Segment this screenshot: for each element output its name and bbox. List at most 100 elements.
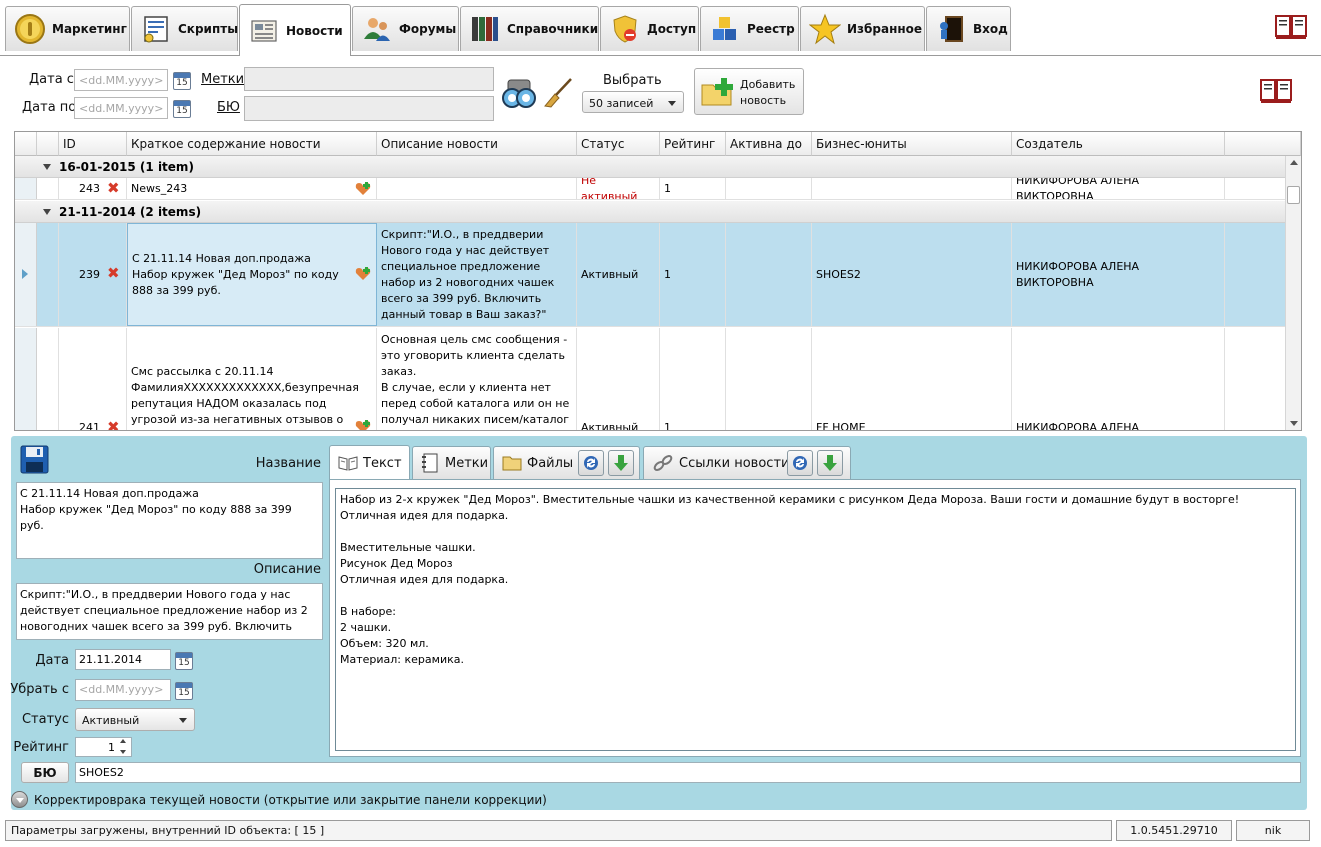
help-book-icon[interactable] bbox=[1260, 78, 1292, 104]
table-row[interactable]: 241 ✖ Смс рассылка с 20.11.14 ФамилияXXX… bbox=[15, 328, 1285, 431]
group-header[interactable]: 16-01-2015 (1 item) bbox=[15, 156, 1285, 178]
column-header-id[interactable]: ID bbox=[59, 132, 127, 156]
tab-label: Форумы bbox=[399, 22, 457, 36]
name-textarea[interactable]: С 21.11.14 Новая доп.продажа Набор круже… bbox=[16, 482, 323, 559]
forum-users-icon bbox=[364, 18, 390, 41]
cell-description: Основная цель смс сообщения - это уговор… bbox=[377, 328, 577, 430]
records-count-select[interactable]: 50 записей bbox=[582, 91, 684, 113]
tags-filter-input[interactable] bbox=[244, 67, 494, 91]
remove-from-input[interactable]: <dd.MM.yyyy> bbox=[75, 679, 171, 701]
date-from-input[interactable]: <dd.MM.yyyy> bbox=[74, 69, 168, 91]
collapse-panel-text[interactable]: Корректироврака текущей новости (открыти… bbox=[34, 793, 547, 807]
tab-scripts[interactable]: Скрипты bbox=[131, 6, 238, 51]
refresh-icon bbox=[793, 456, 807, 470]
row-header-column bbox=[15, 132, 37, 156]
table-row-selected[interactable]: 239 ✖ С 21.11.14 Новая доп.продажа Набор… bbox=[15, 223, 1285, 327]
column-header-rating[interactable]: Рейтинг bbox=[660, 132, 726, 156]
add-news-button[interactable]: Добавить новость bbox=[694, 68, 804, 115]
scroll-thumb[interactable] bbox=[1287, 186, 1300, 204]
cell-description: Скрипт:"И.О., в преддверии Нового года у… bbox=[377, 223, 577, 326]
cell-description bbox=[377, 178, 577, 199]
delete-x-icon[interactable]: ✖ bbox=[107, 418, 120, 430]
tab-favorites[interactable]: Избранное bbox=[800, 6, 925, 51]
calendar-icon[interactable]: 15 bbox=[173, 72, 191, 90]
download-arrow-icon bbox=[614, 455, 628, 471]
tab-references[interactable]: Справочники bbox=[460, 6, 599, 51]
date-to-input[interactable]: <dd.MM.yyyy> bbox=[74, 97, 168, 119]
search-binoculars-icon[interactable] bbox=[502, 78, 536, 110]
refresh-files-button[interactable] bbox=[578, 450, 604, 476]
bu-filter-link[interactable]: БЮ bbox=[217, 100, 240, 115]
collapse-triangle-icon[interactable] bbox=[43, 209, 51, 215]
tab-files[interactable]: Файлы bbox=[493, 446, 640, 479]
description-textarea[interactable]: Скрипт:"И.О., в преддверии Нового года у… bbox=[16, 583, 323, 640]
main-tab-bar: Маркетинг Скрипты Новости Форумы Справоч… bbox=[0, 0, 1321, 56]
tab-label: Избранное bbox=[847, 22, 923, 36]
column-header-business-units[interactable]: Бизнес-юниты bbox=[812, 132, 1012, 156]
broom-clear-icon[interactable] bbox=[541, 76, 575, 110]
status-value: Активный bbox=[82, 714, 140, 727]
collapse-triangle-icon[interactable] bbox=[43, 164, 51, 170]
column-header-description[interactable]: Описание новости bbox=[377, 132, 577, 156]
add-favorite-heart-icon[interactable] bbox=[355, 420, 371, 431]
bu-button[interactable]: БЮ bbox=[21, 762, 69, 783]
column-header-status[interactable]: Статус bbox=[577, 132, 660, 156]
tab-label: Справочники bbox=[507, 22, 599, 36]
scroll-down-icon[interactable] bbox=[1290, 421, 1298, 426]
cell-summary: News_243 bbox=[127, 178, 377, 199]
cell-summary[interactable]: С 21.11.14 Новая доп.продажа Набор круже… bbox=[127, 223, 377, 326]
tab-news[interactable]: Новости bbox=[239, 4, 351, 56]
tags-filter-link[interactable]: Метки bbox=[201, 72, 244, 87]
table-row[interactable]: 243 ✖ News_243 Не активный 1 НИКИФОРОВА … bbox=[15, 178, 1285, 200]
help-book-icon[interactable] bbox=[1275, 14, 1307, 40]
calendar-icon[interactable]: 15 bbox=[175, 682, 193, 700]
refresh-links-button[interactable] bbox=[787, 450, 813, 476]
bu-value-field[interactable]: SHOES2 bbox=[75, 762, 1301, 783]
bu-filter-input[interactable] bbox=[244, 96, 494, 121]
cell-creator: НИКИФОРОВА АЛЕНА ВИКТОРОВНА bbox=[1012, 328, 1225, 430]
group-header[interactable]: 21-11-2014 (2 items) bbox=[15, 201, 1285, 223]
tab-news-links[interactable]: Ссылки новости bbox=[643, 446, 851, 479]
cubes-icon bbox=[713, 17, 736, 40]
tab-text[interactable]: Текст bbox=[329, 445, 410, 480]
books-icon bbox=[472, 17, 498, 41]
current-row-arrow-icon bbox=[22, 269, 28, 279]
tab-tags[interactable]: Метки bbox=[412, 446, 491, 479]
add-news-label: новость bbox=[740, 94, 787, 107]
calendar-icon[interactable]: 15 bbox=[173, 100, 191, 118]
cell-creator: НИКИФОРОВА АЛЕНА ВИКТОРОВНА bbox=[1012, 223, 1225, 326]
tab-label: Скрипты bbox=[178, 22, 239, 36]
row-selector[interactable] bbox=[15, 178, 37, 199]
delete-x-icon[interactable]: ✖ bbox=[107, 264, 120, 282]
tab-marketing[interactable]: Маркетинг bbox=[5, 6, 130, 51]
column-header-creator[interactable]: Создатель bbox=[1012, 132, 1225, 156]
grid-vertical-scrollbar[interactable] bbox=[1285, 156, 1301, 430]
folder-icon bbox=[502, 456, 522, 471]
add-favorite-heart-icon[interactable] bbox=[355, 182, 371, 196]
status-select[interactable]: Активный bbox=[75, 708, 195, 731]
tab-login[interactable]: Вход bbox=[926, 6, 1011, 51]
column-header-summary[interactable]: Краткое содержание новости bbox=[127, 132, 377, 156]
shield-icon bbox=[613, 15, 637, 43]
download-links-button[interactable] bbox=[817, 450, 843, 476]
calendar-icon[interactable]: 15 bbox=[175, 652, 193, 670]
delete-x-icon[interactable]: ✖ bbox=[107, 179, 120, 197]
collapse-chevron-icon[interactable] bbox=[11, 791, 28, 808]
tab-access[interactable]: Доступ bbox=[600, 6, 699, 51]
tab-label: Текст bbox=[363, 455, 402, 471]
row-selector[interactable] bbox=[15, 223, 37, 326]
row-selector[interactable] bbox=[15, 328, 37, 430]
spin-down-icon[interactable] bbox=[120, 750, 126, 754]
tab-label: Ссылки новости bbox=[679, 455, 790, 471]
spin-up-icon[interactable] bbox=[120, 739, 126, 743]
download-files-button[interactable] bbox=[608, 450, 634, 476]
scroll-up-icon[interactable] bbox=[1290, 160, 1298, 165]
user-label: nik bbox=[1236, 820, 1310, 841]
date-input[interactable]: 21.11.2014 bbox=[75, 649, 171, 670]
tab-forums[interactable]: Форумы bbox=[352, 6, 459, 51]
tab-registry[interactable]: Реестр bbox=[700, 6, 799, 51]
add-favorite-heart-icon[interactable] bbox=[355, 267, 371, 281]
column-header-active-until[interactable]: Активна до bbox=[726, 132, 812, 156]
save-floppy-icon[interactable] bbox=[20, 445, 49, 474]
news-text-editor[interactable]: Набор из 2-х кружек "Дед Мороз". Вместит… bbox=[335, 488, 1296, 751]
